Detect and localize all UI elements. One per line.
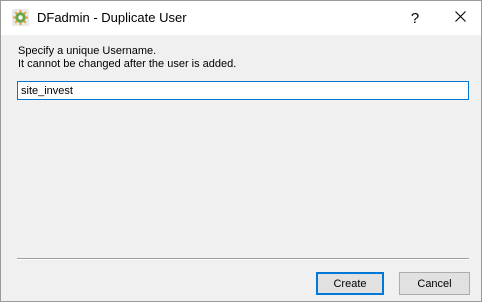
instruction-line-2: It cannot be changed after the user is a… xyxy=(18,58,237,70)
create-button[interactable]: Create xyxy=(316,272,384,295)
help-button[interactable]: ? xyxy=(397,1,433,35)
dfadmin-gear-icon xyxy=(12,9,29,26)
close-icon xyxy=(454,9,466,27)
duplicate-user-dialog: DFadmin - Duplicate User ? Specify a uni… xyxy=(0,0,482,302)
window-title: DFadmin - Duplicate User xyxy=(37,10,187,25)
instructions-text: Specify a unique Username. It cannot be … xyxy=(18,45,236,71)
username-input[interactable] xyxy=(17,81,469,100)
cancel-button[interactable]: Cancel xyxy=(399,272,470,295)
separator xyxy=(17,258,469,260)
instruction-line-1: Specify a unique Username. xyxy=(18,45,157,57)
close-button[interactable] xyxy=(439,1,481,35)
title-bar[interactable]: DFadmin - Duplicate User ? xyxy=(1,1,481,35)
